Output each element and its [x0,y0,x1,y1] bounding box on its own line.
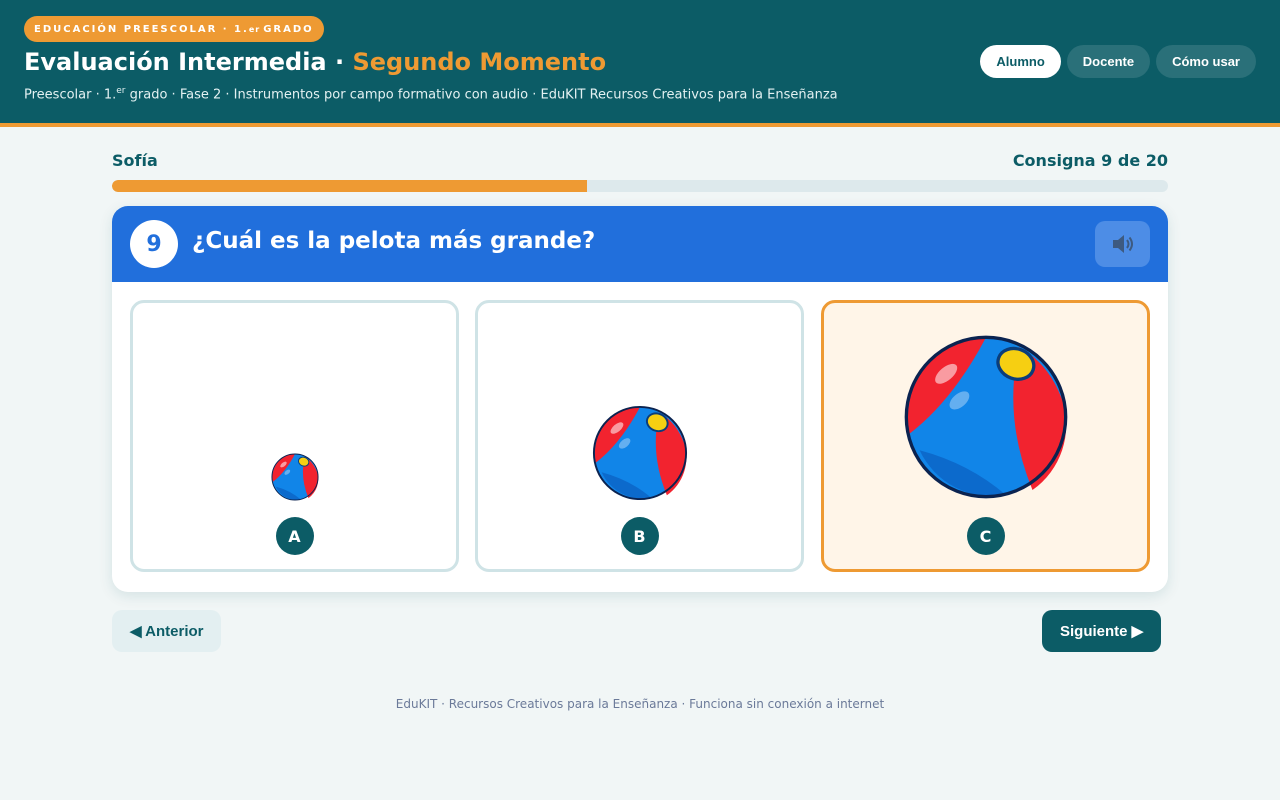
audio-button[interactable] [1095,221,1150,267]
option-b[interactable]: B [475,300,804,572]
como-usar-button[interactable]: Cómo usar [1156,45,1256,78]
page-subtitle: Preescolar · 1.er grado · Fase 2 · Instr… [24,86,838,102]
subtitle-pre: Preescolar · 1. [24,87,117,103]
alumno-button[interactable]: Alumno [980,45,1061,78]
question-text: ¿Cuál es la pelota más grande? [192,228,596,254]
progress-fill [112,180,588,192]
question-card: 9 ¿Cuál es la pelota más grande? A B C [112,206,1168,592]
title-main: Evaluación Intermedia [24,48,327,76]
question-number: 9 [130,220,178,268]
docente-button[interactable]: Docente [1066,45,1151,78]
title-accent: Segundo Momento [352,48,607,76]
question-counter: Consigna 9 de 20 [1012,151,1168,170]
progress-bar [112,180,1168,192]
badge-sup: er [248,24,261,34]
option-letter: C [966,517,1005,555]
subtitle-post: grado · Fase 2 · Instrumentos por campo … [125,87,838,103]
title-sep: · [326,48,353,76]
previous-button[interactable]: ◀ Anterior [112,610,222,652]
small-ball-image [271,453,319,501]
large-ball-image [903,334,1069,500]
badge-tail: GRADO [263,23,314,35]
app-header: EDUCACIÓN PREESCOLAR · 1. er GRADO Evaluac… [0,0,1280,127]
next-button[interactable]: Siguiente ▶ [1042,610,1162,652]
footer-text: EduKIT · Recursos Creativos para la Ense… [395,697,885,711]
page-title: Evaluación Intermedia · Segundo Momento [24,48,606,76]
student-name: Sofía [112,151,158,170]
option-c[interactable]: C [821,300,1150,572]
mode-nav: Alumno Docente Cómo usar [980,45,1256,78]
question-header: 9 ¿Cuál es la pelota más grande? [112,206,1168,282]
badge-text: EDUCACIÓN PREESCOLAR · 1. [34,23,249,35]
option-a[interactable]: A [130,300,459,572]
speaker-icon [1112,235,1133,253]
level-badge: EDUCACIÓN PREESCOLAR · 1. er GRADO [24,16,324,42]
option-letter: A [275,517,314,555]
medium-ball-image [592,405,688,501]
subtitle-sup: er [116,86,126,96]
answer-options: A B C [130,300,1150,572]
option-letter: B [620,517,659,555]
